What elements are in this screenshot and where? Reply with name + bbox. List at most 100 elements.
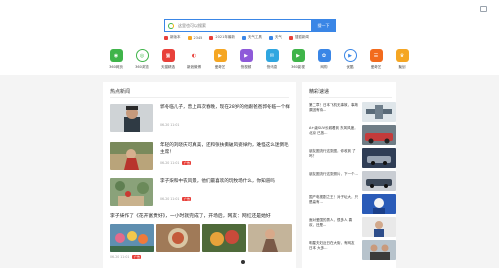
search-button[interactable]: 搜一下 — [311, 19, 336, 32]
panel-title: 精彩速递 — [309, 89, 330, 95]
news-thumbnail[interactable] — [110, 178, 153, 206]
recommended-thumbnail[interactable] — [362, 194, 396, 214]
ad-badge: 广告 — [132, 255, 142, 259]
video-icon: ▶ — [239, 49, 253, 62]
news-time: 06-20 11:01 — [160, 123, 180, 127]
news-meta: 06-20 11:01 广告 — [160, 161, 192, 165]
hot-icon — [241, 35, 246, 40]
recommended-thumbnail[interactable] — [362, 217, 396, 237]
browser-icon: ◎ — [135, 49, 149, 62]
weibo-icon: ◐ — [187, 49, 201, 62]
recommended-item[interactable]: 朋友圈流行这张照片，下一个... — [309, 171, 396, 193]
recommended-title[interactable]: A+级SUV长城看到 东风风度，北京 已放... — [309, 126, 359, 136]
search-engine-icon[interactable] — [168, 22, 174, 29]
search-input[interactable] — [178, 23, 308, 28]
recommended-title[interactable]: 明星夫妇近日在大街，有网友 日本 大多... — [309, 241, 359, 251]
hotword-links: 新版本 2345 2021年最新 天气工具 天气 搜狐新闻 — [164, 35, 309, 40]
recommended-title[interactable]: 面对爱国的男人，很多人 喜欢，还是... — [309, 218, 359, 228]
top-header: 搜一下 新版本 2345 2021年最新 天气工具 天气 搜狐新闻 ◉360网页… — [0, 0, 499, 75]
app-shortcut[interactable]: ▶ 爱奇艺 — [207, 49, 233, 70]
news-picture[interactable] — [110, 224, 154, 252]
news-item[interactable]: 年轻的刘晓庆可真美，还和张扶撕破风姿绰约，难怪这么迷倒毛主席！ 06-20 11… — [110, 142, 293, 172]
app-shortcut[interactable]: ✿ 网购 — [311, 49, 337, 70]
play-icon: ▶ — [343, 49, 357, 62]
recommended-title[interactable]: 朋友圈流行这张图，你收到 了吗？ — [309, 149, 359, 159]
recommended-item[interactable]: A+级SUV长城看到 东风风度，北京 已放... — [309, 125, 396, 147]
ad-badge: 广告 — [182, 161, 192, 165]
hotword-link[interactable]: 天气工具 — [241, 35, 262, 40]
hotword-link[interactable]: 新版本 — [164, 35, 181, 40]
app-shortcut[interactable]: ▶ 优酷 — [337, 49, 363, 70]
recommended-thumbnail[interactable] — [362, 240, 396, 260]
news-item[interactable]: 郭冬临儿子，曾上四次春晚，现在28岁的他跟爸爸郭冬临一个样 06-20 11:0… — [110, 104, 293, 134]
divider — [309, 97, 392, 98]
news-title[interactable]: 年轻的刘晓庆可真美，还和张扶撕破风姿绰约，难怪这么迷倒毛主席！ — [160, 143, 292, 156]
recommended-thumbnail[interactable] — [362, 171, 396, 191]
news-item[interactable]: 李子柒和中农风景，他们最喜欢的玩牧场什么，你知道吗 06-20 11:01 广告 — [110, 178, 293, 208]
app-shortcut[interactable]: ✉ 快讯息 — [259, 49, 285, 70]
app-shortcut[interactable]: ♛ 聚划 — [389, 49, 415, 70]
news-icon: ✉ — [265, 49, 279, 62]
hot-icon — [164, 35, 168, 40]
hotword-link[interactable]: 搜狐新闻 — [288, 35, 309, 40]
recommended-thumbnail[interactable] — [362, 102, 396, 122]
video-icon: ▶ — [213, 49, 227, 62]
news-title[interactable]: 郭冬临儿子，曾上四次春晚，现在28岁的他跟爸爸郭冬临一个样 — [160, 105, 292, 112]
hot-news-panel: 热点新闻 郭冬临儿子，曾上四次春晚，现在28岁的他跟爸爸郭冬临一个样 06-20… — [103, 82, 296, 268]
recommended-item[interactable]: 面对爱国的男人，很多人 喜欢，还是... — [309, 217, 396, 239]
news-title[interactable]: 李子柒作了《花开富贵好》，一小时就完成了，开场后，网友：网红还是她好 — [110, 212, 293, 219]
hotword-link[interactable]: 2345 — [187, 35, 202, 40]
ad-badge: 广告 — [182, 197, 192, 201]
picture-row — [110, 224, 293, 252]
recommended-item[interactable]: 国产电视剧之王！对子坛大，只是高有... — [309, 194, 396, 216]
app-shortcut[interactable]: ☰ 爱奇艺 — [363, 49, 389, 70]
search-bar: 搜一下 — [164, 19, 336, 32]
picture-news[interactable]: 李子柒作了《花开富贵好》，一小时就完成了，开场后，网友：网红还是她好 06-20… — [110, 212, 293, 259]
app-shortcut[interactable]: ◎ 360浏览 — [129, 49, 155, 70]
news-thumbnail[interactable] — [110, 104, 153, 132]
news-picture[interactable] — [202, 224, 246, 252]
app-shortcut[interactable]: ◉ 360网页 — [103, 49, 129, 70]
recommended-item[interactable]: 明星夫妇近日在大街，有网友 日本 大多... — [309, 240, 396, 262]
pagination-dot[interactable] — [241, 260, 245, 264]
hot-icon — [268, 35, 273, 40]
app-shortcut[interactable]: ◐ 新浪微博 — [181, 49, 207, 70]
search-box[interactable] — [164, 19, 311, 32]
recommended-title[interactable]: 朋友圈流行这张照片，下一个... — [309, 172, 359, 177]
app-shortcut[interactable]: ▶ 快视频 — [233, 49, 259, 70]
movie-icon: ▶ — [291, 49, 305, 62]
shop-icon: ✿ — [317, 49, 331, 62]
window-icon[interactable] — [480, 6, 487, 12]
news-meta: 06-20 11:01 广告 — [160, 197, 192, 201]
news-time: 06-20 11:01 — [160, 197, 180, 201]
recommended-thumbnail[interactable] — [362, 125, 396, 145]
hot-icon — [209, 35, 214, 40]
news-time: 06-20 11:01 — [110, 255, 130, 259]
news-picture[interactable] — [248, 224, 292, 252]
news-meta: 06-20 11:01 广告 — [110, 255, 293, 259]
recommended-item[interactable]: 第二章！日本飞机无事故，事故原因有待... — [309, 102, 396, 124]
hotword-link[interactable]: 2021年最新 — [209, 35, 235, 40]
recommended-title[interactable]: 第二章！日本飞机无事故，事故原因有待... — [309, 103, 359, 113]
news-thumbnail[interactable] — [110, 142, 153, 170]
recommended-thumbnail[interactable] — [362, 148, 396, 168]
news-title[interactable]: 李子柒和中农风景，他们最喜欢的玩牧场什么，你知道吗 — [160, 179, 292, 186]
divider — [110, 97, 289, 98]
news-picture[interactable] — [156, 224, 200, 252]
tv-icon: ☰ — [369, 49, 383, 62]
app-shortcut[interactable]: 猫天猫精选 — [155, 49, 181, 70]
hotword-link[interactable]: 天气 — [268, 35, 282, 40]
browser-home-page: 搜一下 新版本 2345 2021年最新 天气工具 天气 搜狐新闻 ◉360网页… — [0, 0, 499, 268]
app-shortcut[interactable]: ▶ 360影视 — [285, 49, 311, 70]
news-meta: 06-20 11:01 — [160, 123, 179, 127]
app-shortcuts: ◉ 360网页 ◎ 360浏览 猫天猫精选 ◐ 新浪微博 ▶ 爱奇艺 ▶ 快视频 ✉ 快讯息… — [103, 49, 415, 70]
recommended-item[interactable]: 朋友圈流行这张图，你收到 了吗？ — [309, 148, 396, 170]
deal-icon: ♛ — [395, 49, 409, 62]
tmall-icon: 猫 — [161, 49, 175, 62]
recommended-title[interactable]: 国产电视剧之王！对子坛大，只是高有... — [309, 195, 359, 205]
panel-title: 热点新闻 — [110, 89, 131, 95]
hot-icon — [288, 35, 293, 40]
hot-icon — [187, 35, 192, 40]
news-time: 06-20 11:01 — [160, 161, 180, 165]
recommended-panel: 精彩速递 第二章！日本飞机无事故，事故原因有待... A+级SUV长城看到 东风… — [302, 82, 396, 268]
